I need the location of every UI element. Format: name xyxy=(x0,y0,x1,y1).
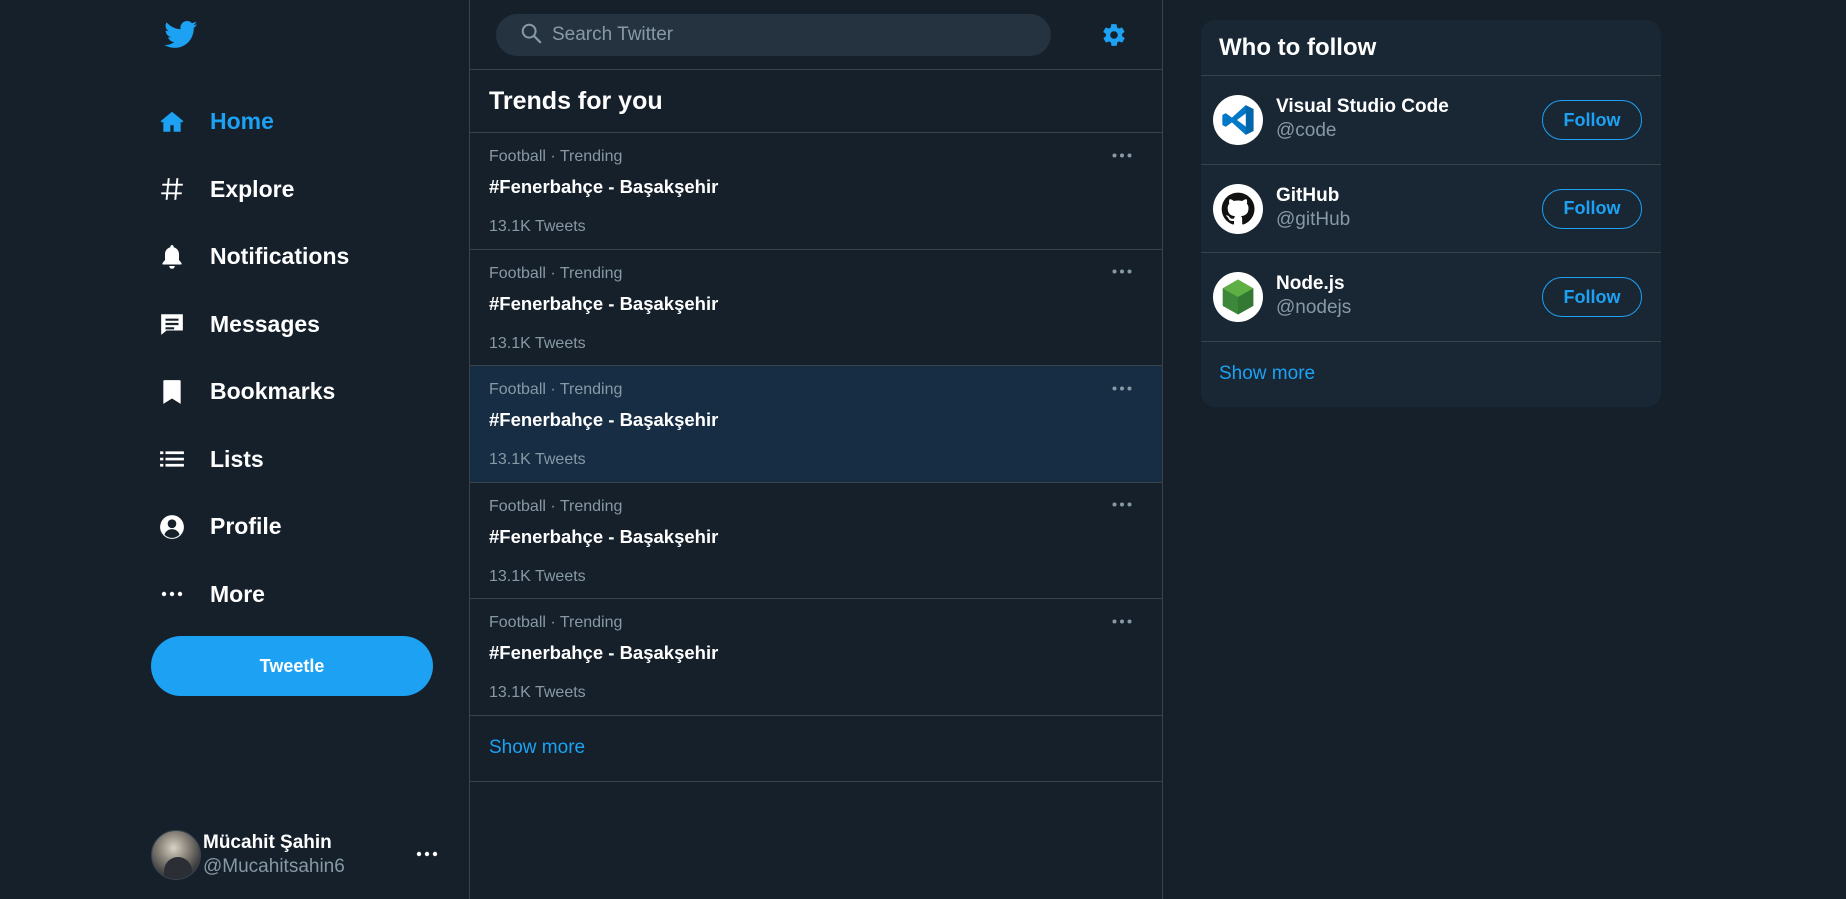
trend-meta: Football · Trending xyxy=(489,148,623,165)
trend-count: 13.1K Tweets xyxy=(489,684,586,701)
nav-item-profile[interactable]: Profile xyxy=(152,493,452,561)
trend-item[interactable]: Football · Trending #Fenerbahçe - Başakş… xyxy=(470,366,1162,483)
nav-item-notifications[interactable]: Notifications xyxy=(152,223,452,291)
nav-label-lists: Lists xyxy=(210,445,264,472)
nav-label-explore: Explore xyxy=(210,175,295,202)
home-icon xyxy=(156,106,188,138)
nodejs-logo-icon xyxy=(1213,272,1263,322)
more-options-icon[interactable] xyxy=(1110,145,1134,165)
suggestion-name: Node.js xyxy=(1276,273,1345,294)
nav-label-more: More xyxy=(210,580,265,607)
github-logo-icon xyxy=(1213,183,1263,234)
sidebar: Home Explore Notifications Messages Book… xyxy=(0,0,470,899)
who-to-follow-title: Who to follow xyxy=(1201,20,1661,76)
account-more-icon[interactable] xyxy=(413,842,441,866)
trend-meta: Football · Trending xyxy=(489,614,623,631)
follow-button[interactable]: Follow xyxy=(1542,188,1642,229)
nav-label-home: Home xyxy=(210,108,274,135)
follow-button[interactable]: Follow xyxy=(1542,100,1642,140)
suggestion-handle: @code xyxy=(1276,120,1337,141)
account-handle: @Mucahitsahin6 xyxy=(203,856,345,877)
nav-label-bookmarks: Bookmarks xyxy=(210,378,336,405)
trend-item[interactable]: Football · Trending #Fenerbahçe - Başakş… xyxy=(470,483,1162,599)
trend-meta: Football · Trending xyxy=(489,497,623,515)
trend-name: #Fenerbahçe - Başakşehir xyxy=(489,292,719,314)
message-icon xyxy=(156,308,188,340)
trend-name: #Fenerbahçe - Başakşehir xyxy=(489,409,719,430)
list-icon xyxy=(156,443,188,475)
search-icon xyxy=(520,22,542,49)
follow-suggestion[interactable]: Visual Studio Code @code Follow xyxy=(1201,76,1661,165)
user-icon xyxy=(156,511,188,543)
account-name: Mücahit Şahin xyxy=(203,832,332,853)
avatar xyxy=(151,830,201,880)
nav-item-bookmarks[interactable]: Bookmarks xyxy=(152,358,452,426)
trends-title: Trends for you xyxy=(470,70,1162,133)
nav-item-explore[interactable]: Explore xyxy=(152,156,452,224)
trend-name: #Fenerbahçe - Başakşehir xyxy=(489,525,719,547)
trend-item[interactable]: Football · Trending #Fenerbahçe - Başakş… xyxy=(470,133,1162,250)
trend-item[interactable]: Football · Trending #Fenerbahçe - Başakş… xyxy=(470,599,1162,716)
trend-count: 13.1K Tweets xyxy=(489,451,586,468)
nav-item-home[interactable]: Home xyxy=(152,88,452,156)
suggestion-name: GitHub xyxy=(1276,184,1340,206)
trend-meta: Football · Trending xyxy=(489,264,623,282)
nav-label-messages: Messages xyxy=(210,310,320,337)
more-icon xyxy=(156,578,188,610)
nav-item-more[interactable]: More xyxy=(152,561,452,629)
twitter-bird-icon[interactable] xyxy=(160,16,202,54)
who-to-follow-panel: Who to follow Visual Studio Code @code F… xyxy=(1201,20,1661,407)
vscode-logo-icon xyxy=(1213,95,1263,145)
bell-icon xyxy=(156,241,188,273)
trends-column: Trends for you Football · Trending #Fene… xyxy=(470,0,1163,899)
bookmark-icon xyxy=(156,376,188,408)
search-header xyxy=(470,0,1162,70)
who-to-follow-show-more-link[interactable]: Show more xyxy=(1201,342,1661,407)
trend-count: 13.1K Tweets xyxy=(489,218,586,235)
suggestion-handle: @gitHub xyxy=(1276,208,1351,230)
search-input[interactable] xyxy=(550,23,1030,47)
nav-label-profile: Profile xyxy=(210,513,282,540)
search-box[interactable] xyxy=(496,14,1051,56)
hashtag-icon xyxy=(156,173,188,205)
trend-count: 13.1K Tweets xyxy=(489,334,586,352)
trend-name: #Fenerbahçe - Başakşehir xyxy=(489,642,719,663)
follow-button[interactable]: Follow xyxy=(1542,277,1642,317)
gear-icon[interactable] xyxy=(1100,21,1128,49)
nav-label-notifications: Notifications xyxy=(210,243,350,270)
main-nav: Home Explore Notifications Messages Book… xyxy=(152,88,452,628)
trends-show-more-link[interactable]: Show more xyxy=(470,716,1162,782)
more-options-icon[interactable] xyxy=(1110,378,1134,398)
trend-name: #Fenerbahçe - Başakşehir xyxy=(489,176,719,197)
suggestion-handle: @nodejs xyxy=(1276,297,1352,318)
more-options-icon[interactable] xyxy=(1110,495,1134,515)
follow-suggestion[interactable]: Node.js @nodejs Follow xyxy=(1201,253,1661,342)
trend-meta: Football · Trending xyxy=(489,381,623,398)
account-info: Mücahit Şahin @Mucahitsahin6 xyxy=(203,831,345,879)
account-switcher[interactable]: Mücahit Şahin @Mucahitsahin6 xyxy=(151,828,441,882)
trend-count: 13.1K Tweets xyxy=(489,567,586,585)
trend-item[interactable]: Football · Trending #Fenerbahçe - Başakş… xyxy=(470,250,1162,366)
tweet-button[interactable]: Tweetle xyxy=(151,636,433,696)
suggestion-name: Visual Studio Code xyxy=(1276,96,1449,117)
nav-item-lists[interactable]: Lists xyxy=(152,426,452,494)
nav-item-messages[interactable]: Messages xyxy=(152,291,452,359)
follow-suggestion[interactable]: GitHub @gitHub Follow xyxy=(1201,165,1661,253)
more-options-icon[interactable] xyxy=(1110,611,1134,631)
more-options-icon[interactable] xyxy=(1110,262,1134,282)
